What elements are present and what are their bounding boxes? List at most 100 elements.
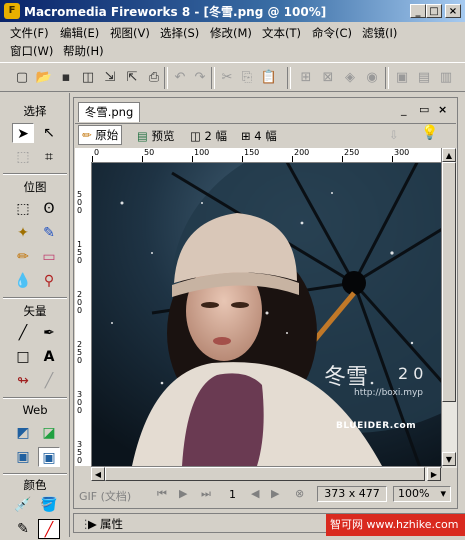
paste-icon[interactable]: 📋 [259,68,279,88]
toolbar-separator [287,67,291,89]
horizontal-scroll-thumb[interactable] [105,467,425,481]
hide-slices-icon[interactable]: ▣ [12,447,34,467]
pencil-tool-icon[interactable]: ✏ [12,247,34,267]
tab-original[interactable]: ✏ 原始 [78,125,123,145]
stop-icon[interactable]: ⊗ [295,487,304,500]
tab-4-up[interactable]: ⊞ 4 幅 [241,128,277,144]
text-tool-icon[interactable]: A [38,347,60,367]
document-canvas[interactable]: 冬雪 2 0 http://boxi.myp BLUEIDER.com [92,163,441,466]
menu-window[interactable]: 窗口(W) [10,43,53,59]
main-toolbar: ▢ 📂 ▪ ◫ ⇲ ⇱ ⎙ ↶ ↷ ✂ ⎘ 📋 ⊞ ⊠ ◈ ◉ ▣ ▤ ▥ [0,62,465,92]
menu-file[interactable]: 文件(F) [10,25,49,41]
marquee-tool-icon[interactable]: ⬚ [12,199,34,219]
bring-front-icon[interactable]: ▣ [392,68,412,88]
menu-text[interactable]: 文本(T) [262,25,301,41]
pointer-tool-icon[interactable]: ➤ [12,123,34,143]
lasso-tool-icon[interactable]: ʘ [38,199,60,219]
vertical-ruler-digit: 0 [77,256,83,265]
tools-divider [3,397,67,399]
rubber-stamp-tool-icon[interactable]: ⚲ [38,271,60,291]
prev-frame-icon[interactable]: ◀ [251,487,259,500]
minimize-button[interactable]: _ [410,4,426,18]
scroll-up-arrow-icon[interactable]: ▲ [442,148,456,162]
tab-preview[interactable]: ▤ 预览 [137,128,175,144]
undo-icon[interactable]: ↶ [170,68,190,88]
ungroup-icon[interactable]: ⊠ [318,68,338,88]
menu-modify[interactable]: 修改(M) [210,25,252,41]
subselection-tool-icon[interactable]: ↖ [38,123,60,143]
document-tab[interactable]: 冬雪.png [78,102,140,122]
vertical-ruler-digit: 0 [77,206,83,215]
first-frame-icon[interactable]: ⏮ [157,487,167,501]
open-folder-icon[interactable]: 📂 [34,68,54,88]
send-back-icon[interactable]: ▤ [414,68,434,88]
horizontal-scrollbar[interactable]: ◀ ▶ [91,466,441,481]
stroke-color-icon[interactable]: ✎ [12,519,34,539]
close-button[interactable]: × [445,4,461,18]
scale-tool-icon[interactable]: ⬚ [12,147,34,167]
doc-close-button[interactable]: × [438,103,447,116]
eraser-tool-icon[interactable]: ▭ [38,247,60,267]
paint-bucket-tool-icon[interactable]: 🪣 [38,495,60,515]
export-icon[interactable]: ⇱ [122,68,142,88]
knife-tool-icon[interactable]: ╱ [38,371,60,391]
split-icon[interactable]: ◉ [362,68,382,88]
print-icon[interactable]: ⎙ [144,68,164,88]
redo-icon[interactable]: ↷ [190,68,210,88]
rectangle-tool-icon[interactable]: □ [12,347,34,367]
menu-edit[interactable]: 编辑(E) [60,25,99,41]
vertical-scrollbar[interactable]: ▲ ▼ [441,148,457,468]
doc-restore-button[interactable]: ▭ [419,103,429,116]
blur-tool-icon[interactable]: 💧 [12,271,34,291]
next-frame-icon[interactable]: ▶ [271,487,279,500]
fill-color-swatch[interactable]: ╱ [38,519,60,539]
ruler-tick-label: 150 [244,148,260,157]
site-watermark: 智可网 www.hzhike.com [326,514,465,536]
export-preview-icon[interactable]: ⇩ [389,128,399,142]
ruler-tick [392,156,393,162]
tab-2-up-label: 2 幅 [204,129,228,143]
save-as-icon[interactable]: ◫ [78,68,98,88]
doc-minimize-button[interactable]: _ [401,103,407,116]
crop-tool-icon[interactable]: ⌗ [38,147,60,167]
restore-button[interactable]: □ [426,4,442,18]
menu-filters[interactable]: 滤镜(I) [362,25,397,41]
pen-tool-icon[interactable]: ✒ [38,323,60,343]
tools-divider [3,473,67,475]
menu-select[interactable]: 选择(S) [160,25,199,41]
tab-2-up[interactable]: ◫ 2 幅 [190,128,227,144]
save-icon[interactable]: ▪ [56,68,76,88]
menu-view[interactable]: 视图(V) [110,25,150,41]
menu-help[interactable]: 帮助(H) [63,43,104,59]
new-file-icon[interactable]: ▢ [12,68,32,88]
cut-icon[interactable]: ✂ [217,68,237,88]
join-icon[interactable]: ◈ [340,68,360,88]
copy-icon[interactable]: ⎘ [237,68,257,88]
freeform-tool-icon[interactable]: ↬ [12,371,34,391]
slice-tool-icon[interactable]: ◪ [38,423,60,443]
zoom-select[interactable]: 100% ▾ [393,486,451,502]
expand-arrow-icon[interactable]: ▶ [88,517,97,531]
horizontal-ruler: 050100150200250300350 [91,148,441,163]
group-icon[interactable]: ⊞ [296,68,316,88]
brush-tool-icon[interactable]: ✎ [38,223,60,243]
import-icon[interactable]: ⇲ [100,68,120,88]
toolbar-separator [385,67,389,89]
show-slices-icon[interactable]: ▣ [38,447,60,467]
line-tool-icon[interactable]: ╱ [12,323,34,343]
menu-commands[interactable]: 命令(C) [312,25,352,41]
ruler-tick-label: 0 [94,148,100,157]
fireworks-app-icon[interactable]: F [4,3,20,19]
last-frame-icon[interactable]: ⏭ [201,487,211,501]
vertical-scroll-thumb[interactable] [442,162,456,402]
image-dimensions[interactable]: 373 x 477 [317,486,387,502]
scroll-left-arrow-icon[interactable]: ◀ [91,467,105,481]
scroll-right-arrow-icon[interactable]: ▶ [427,467,441,481]
hotspot-tool-icon[interactable]: ◩ [12,423,34,443]
align-icon[interactable]: ▥ [436,68,456,88]
magic-wand-tool-icon[interactable]: ✦ [12,223,34,243]
play-icon[interactable]: ▶ [179,487,187,500]
scroll-down-arrow-icon[interactable]: ▼ [442,452,456,466]
eyedropper-tool-icon[interactable]: 💉 [12,495,34,515]
quick-export-icon[interactable]: 💡 [421,125,438,141]
